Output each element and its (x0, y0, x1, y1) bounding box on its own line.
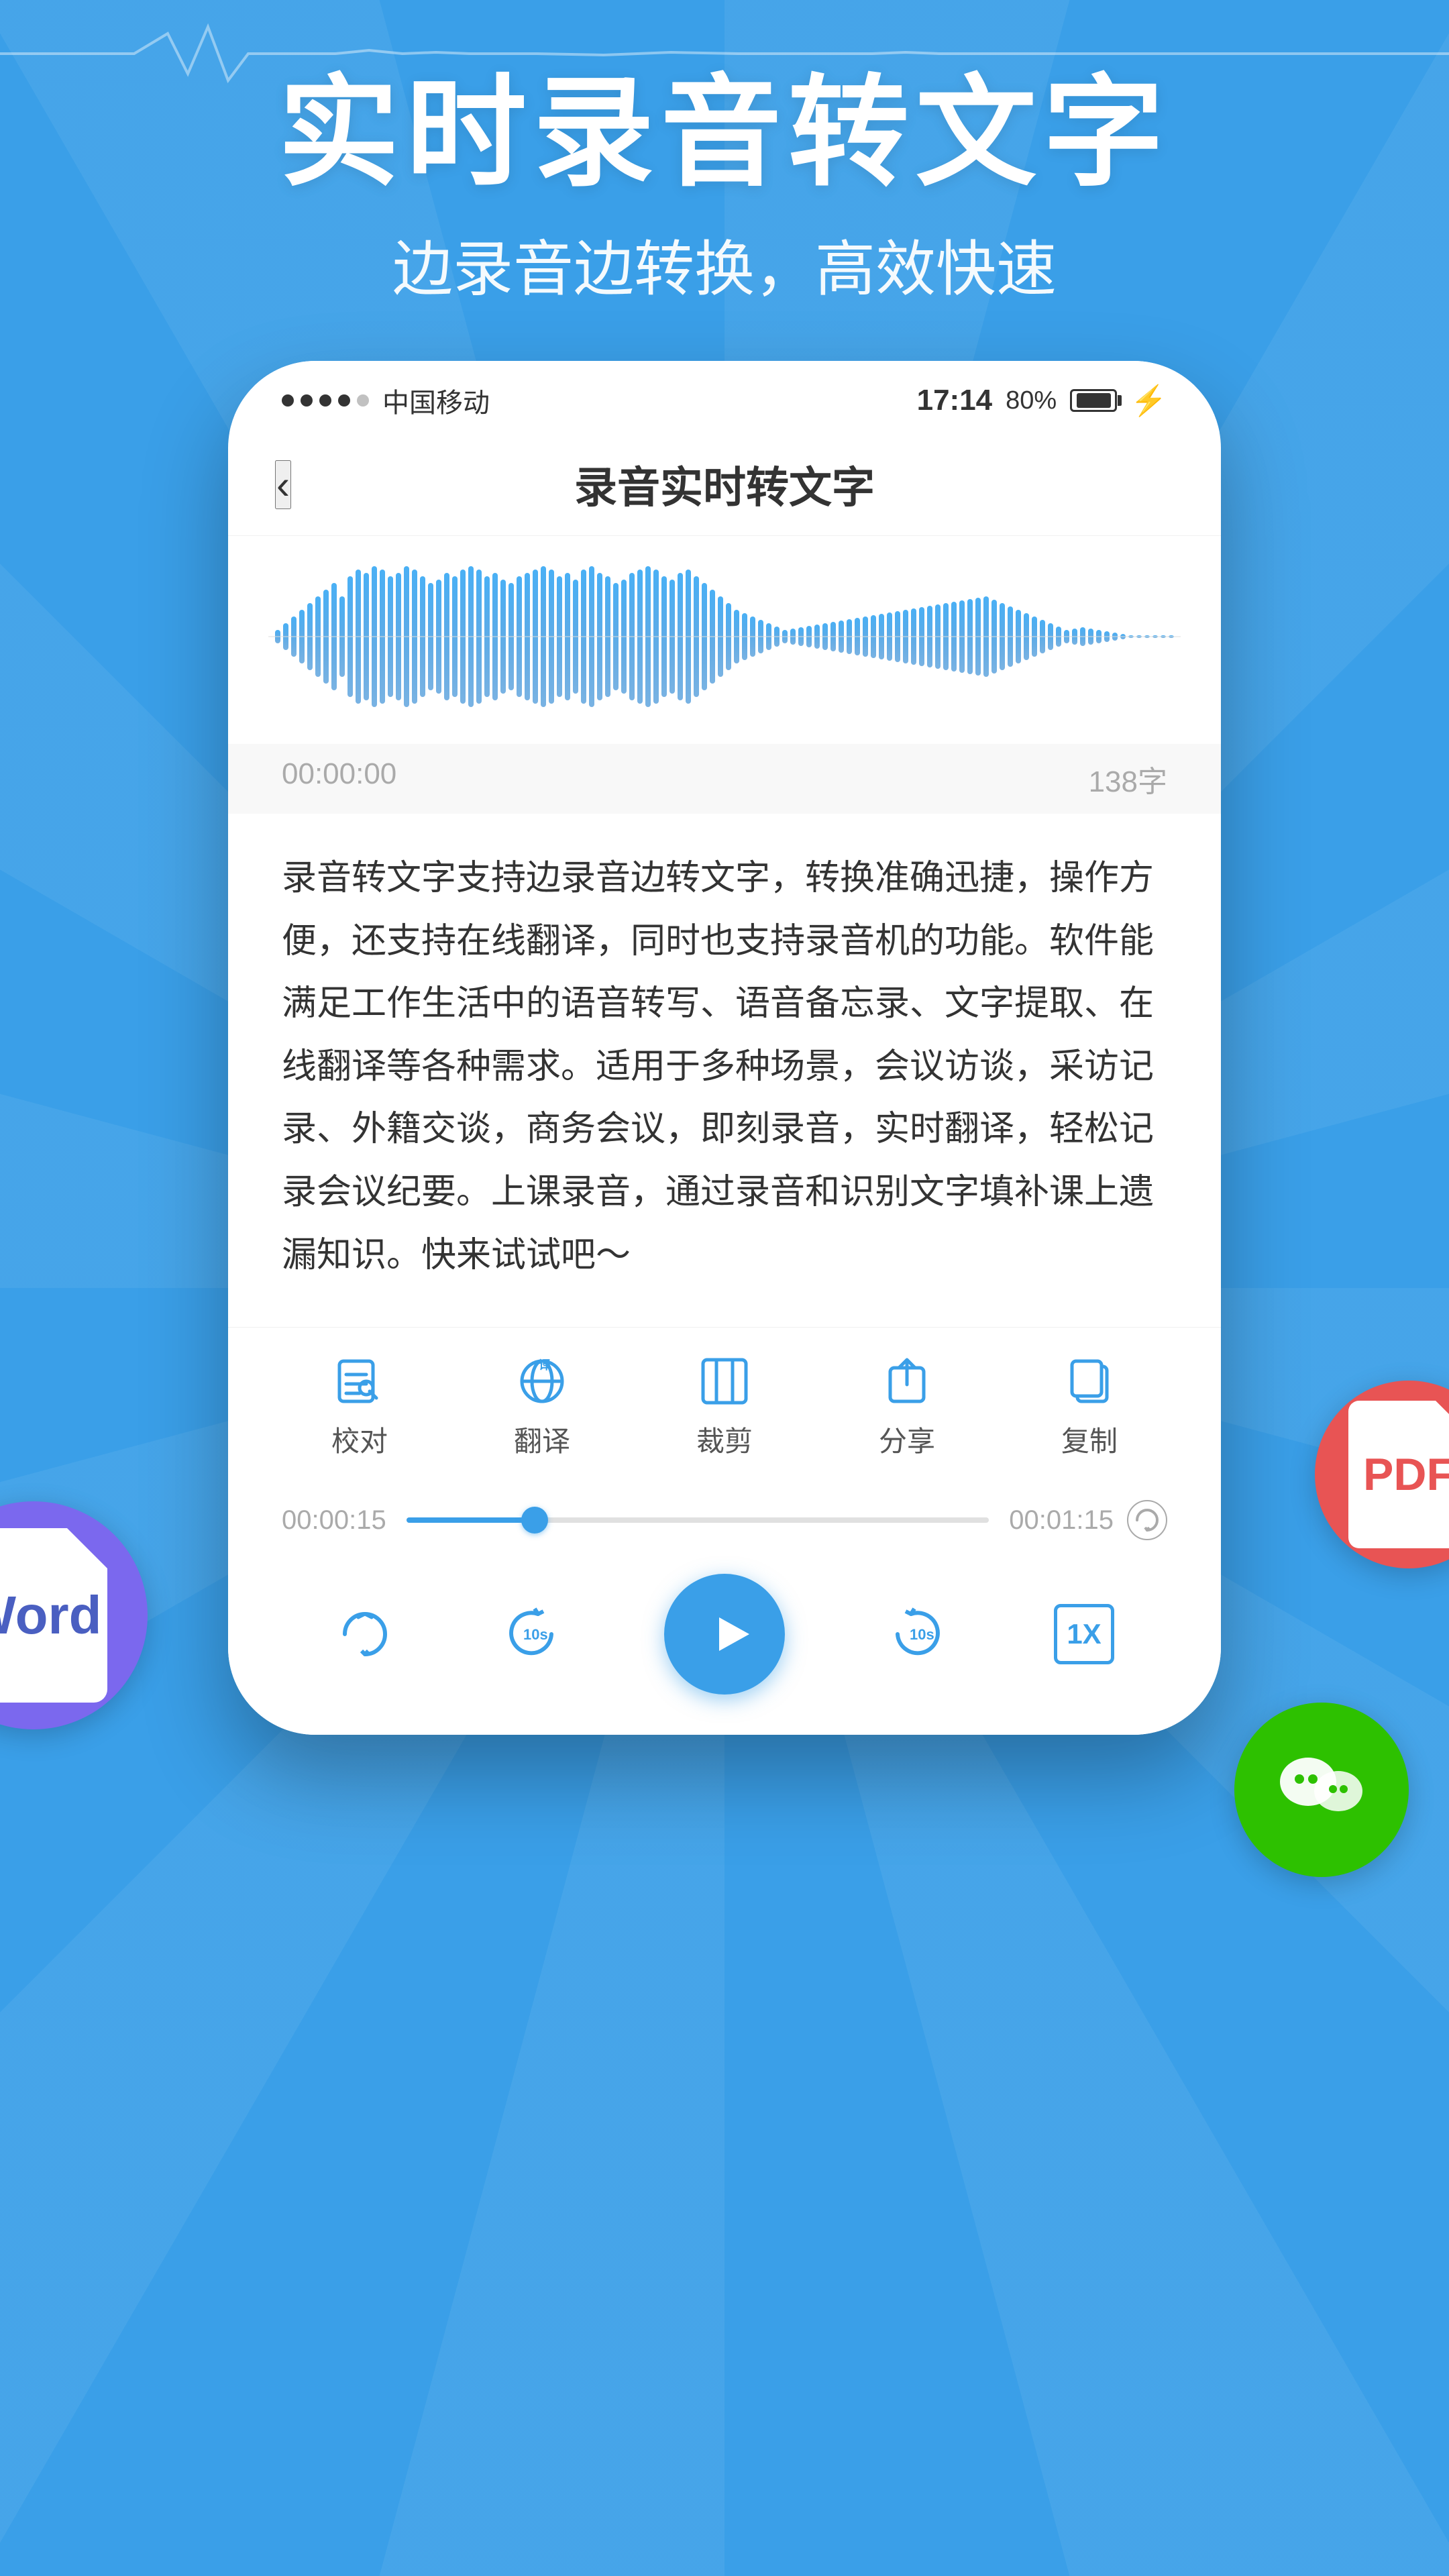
copy-icon (1063, 1354, 1116, 1408)
signal-dot-4 (338, 394, 350, 407)
loop-ctrl-button[interactable] (331, 1601, 398, 1668)
speed-icon: 1X (1051, 1601, 1118, 1668)
main-title: 实时录音转文字 (0, 67, 1449, 200)
loop-ctrl-icon (331, 1601, 398, 1668)
signal-dot-2 (301, 394, 313, 407)
toolbar-item-proofread[interactable]: 校对 (331, 1354, 388, 1460)
play-button[interactable] (664, 1574, 785, 1695)
phone-container: 中国移动 17:14 80% ⚡ ‹ 录音实时转文字 (0, 361, 1449, 1735)
phone-mockup: 中国移动 17:14 80% ⚡ ‹ 录音实时转文字 (228, 361, 1221, 1735)
screen-title: 录音实时转文字 (574, 453, 875, 515)
header-section: 实时录音转文字 边录音边转换，高效快速 (0, 0, 1449, 307)
battery-fill (1077, 393, 1111, 408)
toolbar-item-translate[interactable]: 译 翻译 (514, 1354, 570, 1460)
app-header: ‹ 录音实时转文字 (228, 433, 1221, 536)
copy-label: 复制 (1061, 1419, 1118, 1460)
waveform-area (228, 536, 1221, 744)
loop-button[interactable] (1127, 1500, 1167, 1540)
svg-text:译: 译 (539, 1358, 551, 1372)
time-display: 00:00:00 138字 (228, 744, 1221, 814)
playback-controls: 10s 10s 1 (228, 1554, 1221, 1735)
current-time: 00:00:15 (282, 1505, 386, 1536)
status-time: 17:14 (917, 384, 993, 417)
forward-10s-button[interactable]: 10s (884, 1601, 951, 1668)
translate-icon: 译 (515, 1354, 569, 1408)
charging-icon: ⚡ (1130, 383, 1167, 418)
pdf-badge-inner: PDF (1348, 1401, 1449, 1548)
pdf-badge: PDF (1315, 1381, 1449, 1568)
word-badge-inner: Word (0, 1528, 107, 1703)
forward-icon: 10s (884, 1601, 951, 1668)
trim-label: 裁剪 (696, 1419, 753, 1460)
trim-icon (698, 1354, 751, 1408)
toolbar-item-copy[interactable]: 复制 (1061, 1354, 1118, 1460)
word-count: 138字 (1089, 757, 1167, 800)
word-badge: Word (0, 1501, 148, 1729)
word-badge-text: Word (0, 1585, 101, 1646)
battery-percent: 80% (1006, 386, 1057, 415)
toolbar-item-trim[interactable]: 裁剪 (696, 1354, 753, 1460)
proofread-icon (333, 1354, 386, 1408)
status-right: 17:14 80% ⚡ (917, 383, 1167, 418)
transcript-content: 录音转文字支持边录音边转文字，转换准确迅捷，操作方便，还支持在线翻译，同时也支持… (282, 847, 1167, 1287)
wechat-badge (1234, 1703, 1409, 1877)
signal-dot-5 (357, 394, 369, 407)
status-left: 中国移动 (282, 381, 490, 420)
toolbar: 校对 译 翻译 (228, 1327, 1221, 1480)
svg-text:10s: 10s (910, 1626, 934, 1643)
pdf-badge-text: PDF (1363, 1448, 1449, 1501)
backward-10s-button[interactable]: 10s (498, 1601, 565, 1668)
waveform-svg (268, 563, 1181, 710)
progress-track[interactable] (407, 1517, 989, 1523)
toolbar-item-share[interactable]: 分享 (879, 1354, 935, 1460)
status-bar: 中国移动 17:14 80% ⚡ (228, 361, 1221, 433)
carrier-label: 中国移动 (382, 381, 490, 420)
share-icon (880, 1354, 934, 1408)
progress-fill (407, 1517, 535, 1523)
speed-button[interactable]: 1X (1051, 1601, 1118, 1668)
proofread-label: 校对 (331, 1419, 388, 1460)
back-button[interactable]: ‹ (275, 460, 291, 509)
signal-dots (282, 394, 369, 407)
translate-label: 翻译 (514, 1419, 570, 1460)
signal-dot-1 (282, 394, 294, 407)
svg-text:10s: 10s (523, 1626, 548, 1643)
subtitle: 边录音边转换，高效快速 (0, 220, 1449, 307)
start-time: 00:00:00 (282, 757, 396, 800)
backward-icon: 10s (498, 1601, 565, 1668)
share-label: 分享 (879, 1419, 935, 1460)
progress-thumb[interactable] (521, 1507, 548, 1534)
battery-icon (1070, 389, 1117, 412)
progress-bar-area: 00:00:15 00:01:15 (228, 1480, 1221, 1554)
total-time: 00:01:15 (1009, 1505, 1114, 1536)
transcript-area: 录音转文字支持边录音边转文字，转换准确迅捷，操作方便，还支持在线翻译，同时也支持… (228, 814, 1221, 1327)
signal-dot-3 (319, 394, 331, 407)
speed-label: 1X (1054, 1604, 1114, 1664)
